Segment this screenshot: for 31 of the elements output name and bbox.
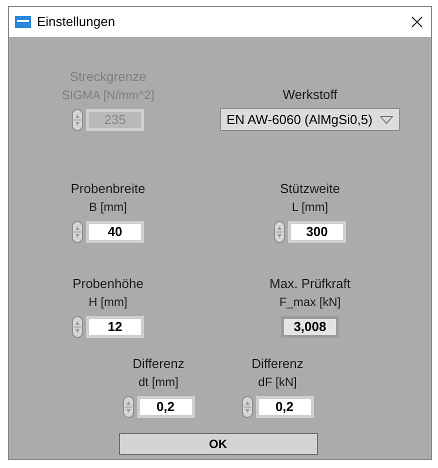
field-label: Probenhöhe	[72, 275, 144, 293]
unit-label: L [mm]	[292, 199, 328, 216]
number-field[interactable]: 300	[288, 221, 346, 243]
close-icon[interactable]	[411, 16, 423, 28]
spinner-icon[interactable]	[72, 221, 83, 243]
field-label: Max. Prüfkraft	[270, 275, 350, 293]
window-title: Einstellungen	[37, 13, 116, 32]
field-label: Differenz	[132, 355, 184, 373]
unit-label: B [mm]	[88, 199, 127, 216]
value-display: 3,008	[280, 316, 339, 338]
ok-button[interactable]: OK	[118, 433, 318, 455]
spinner-icon[interactable]	[72, 109, 83, 131]
caret-icon	[380, 116, 394, 124]
material-dropdown[interactable]: EN AW-6060 (AlMgSi0,5)	[220, 108, 400, 131]
number-field[interactable]: 40	[86, 221, 144, 243]
spinner-icon[interactable]	[242, 396, 252, 418]
unit-label: H [mm]	[88, 294, 128, 311]
field-label: Stützweite	[280, 180, 340, 198]
spinner-icon[interactable]	[72, 316, 83, 338]
field-label: Werkstoff	[282, 86, 338, 104]
spinner-icon[interactable]	[122, 396, 134, 418]
app-icon	[15, 16, 31, 28]
field-label: Probenbreite	[70, 180, 146, 198]
number-field[interactable]: 12	[86, 316, 144, 338]
field-label: Differenz	[252, 355, 304, 373]
spinner-icon[interactable]	[274, 221, 285, 243]
unit-label: F_max [kN]	[279, 294, 341, 311]
unit-label: dF [kN]	[258, 374, 297, 391]
number-field[interactable]: 0,2	[256, 396, 314, 418]
unit-label: dt [mm]	[138, 374, 178, 391]
number-field[interactable]: 0,2	[136, 396, 194, 418]
